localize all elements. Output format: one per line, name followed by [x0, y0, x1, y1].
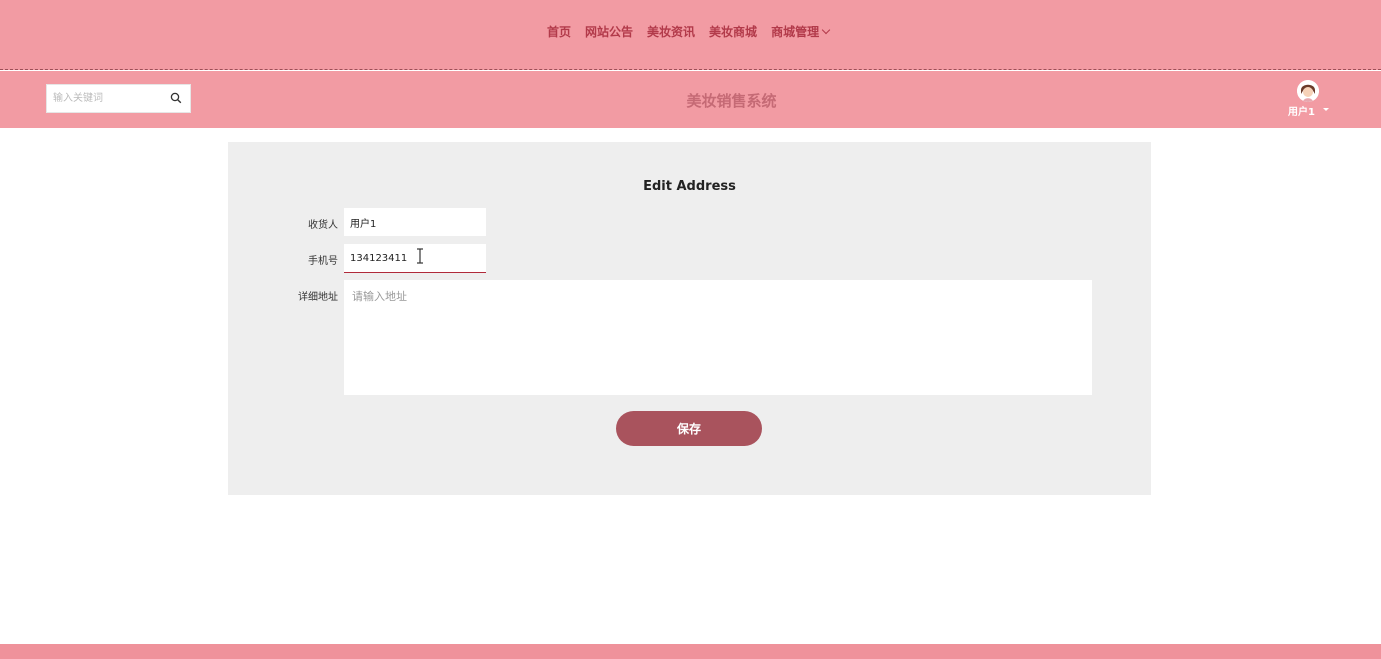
- address-label: 详细地址: [298, 292, 338, 303]
- caret-down-icon[interactable]: [1323, 108, 1329, 111]
- header-bar: 美妆销售系统 用户1: [0, 71, 1381, 128]
- save-button[interactable]: 保存: [616, 411, 762, 446]
- nav-item-home[interactable]: 首页: [547, 23, 571, 40]
- nav-item-mall-management[interactable]: 商城管理: [771, 23, 819, 40]
- nav-item-beauty-mall[interactable]: 美妆商城: [709, 23, 757, 40]
- recipient-label: 收货人: [308, 220, 338, 231]
- phone-label: 手机号: [308, 256, 338, 267]
- footer-bar: [0, 644, 1381, 659]
- text-cursor-icon: [417, 248, 423, 264]
- top-navigation: 首页 网站公告 美妆资讯 美妆商城 商城管理: [0, 0, 1381, 70]
- chevron-down-icon[interactable]: [821, 25, 831, 34]
- site-title: 美妆销售系统: [686, 92, 777, 110]
- avatar-icon[interactable]: [1297, 80, 1319, 102]
- page-title: Edit Address: [643, 179, 736, 194]
- address-textarea[interactable]: [344, 280, 1092, 395]
- nav-item-announcements[interactable]: 网站公告: [585, 23, 633, 40]
- user-name[interactable]: 用户1: [1288, 103, 1315, 118]
- user-menu[interactable]: 用户1: [1284, 80, 1334, 120]
- nav-item-beauty-news[interactable]: 美妆资讯: [647, 23, 695, 40]
- edit-address-panel: Edit Address 收货人 手机号 详细地址 保存: [228, 142, 1151, 495]
- main-menu: 首页 网站公告 美妆资讯 美妆商城 商城管理: [547, 23, 831, 40]
- recipient-input[interactable]: [344, 208, 486, 236]
